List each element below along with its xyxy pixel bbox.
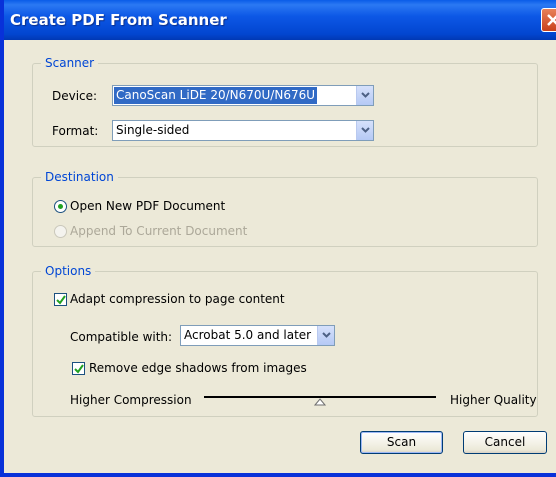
slider-left-label: Higher Compression [70,393,192,407]
radio-dot [58,204,63,209]
window-title: Create PDF From Scanner [10,11,227,29]
device-dropdown-button[interactable] [356,86,373,105]
device-select[interactable]: CanoScan LiDE 20/N670U/N676U [112,85,374,106]
device-value: CanoScan LiDE 20/N670U/N676U [114,87,318,104]
adapt-compression-label[interactable]: Adapt compression to page content [70,292,285,306]
open-new-label[interactable]: Open New PDF Document [70,199,225,213]
format-select[interactable]: Single-sided [112,120,374,141]
close-button[interactable] [541,8,556,32]
chevron-down-icon [361,127,370,133]
checkmark-icon [56,295,66,305]
compatible-dropdown-button[interactable] [317,326,334,345]
checkmark-icon [74,364,84,374]
append-radio[interactable] [54,225,67,238]
remove-shadows-checkbox[interactable] [72,362,85,375]
destination-legend: Destination [45,170,114,184]
open-new-radio[interactable] [54,200,67,213]
chevron-down-icon [361,92,370,98]
compatible-value: Acrobat 5.0 and later [184,328,312,342]
scan-button[interactable]: Scan [360,431,443,454]
scanner-legend: Scanner [45,56,95,70]
remove-shadows-label[interactable]: Remove edge shadows from images [89,361,307,375]
format-label: Format: [52,124,99,138]
slider-right-label: Higher Quality [450,393,537,407]
close-icon [547,14,556,26]
dialog-window: Create PDF From Scanner Scanner Device: … [0,0,556,477]
append-label: Append To Current Document [70,224,248,238]
device-label: Device: [52,89,98,103]
quality-slider-thumb[interactable] [314,398,326,406]
compatible-label: Compatible with: [70,330,173,344]
compatible-select[interactable]: Acrobat 5.0 and later [180,325,335,346]
options-legend: Options [45,264,92,278]
format-dropdown-button[interactable] [356,121,373,140]
dialog-body: Scanner Device: CanoScan LiDE 20/N670U/N… [8,40,556,473]
cancel-button[interactable]: Cancel [463,431,547,454]
chevron-down-icon [322,332,331,338]
title-bar: Create PDF From Scanner [4,0,556,40]
format-value: Single-sided [116,123,190,137]
adapt-compression-checkbox[interactable] [54,293,67,306]
